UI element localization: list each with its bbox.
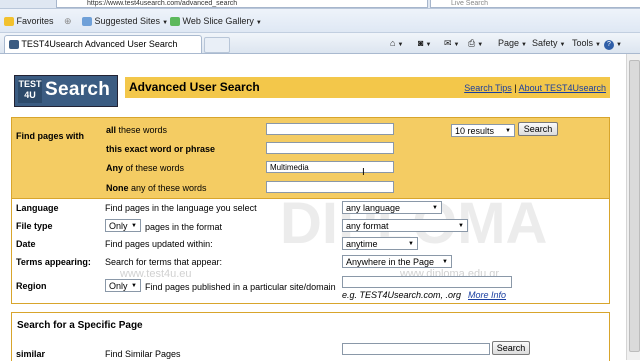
scrollbar-thumb[interactable]: [629, 60, 640, 352]
print-icon[interactable]: ⎙ ▼: [468, 36, 483, 50]
region-label: Region: [16, 281, 47, 291]
exact-phrase-input[interactable]: [266, 142, 394, 154]
chevron-down-icon: ▼: [131, 283, 137, 289]
tab-title: TEST4Usearch Advanced User Search: [21, 39, 178, 49]
chevron-down-icon: ▼: [458, 223, 464, 229]
region-desc: Find pages published in a particular sit…: [145, 282, 336, 292]
file-type-only-select[interactable]: Only ▼: [105, 219, 141, 232]
page-menu-label: Page: [498, 38, 520, 48]
chevron-down-icon: ▼: [432, 205, 438, 211]
test4usearch-logo[interactable]: TEST 4U Search: [14, 75, 118, 107]
suggested-sites-link[interactable]: Suggested Sites ▼: [82, 14, 168, 28]
star-icon: [4, 17, 14, 27]
find-pages-label: Find pages with: [16, 131, 85, 141]
search-button[interactable]: Search: [518, 122, 558, 136]
similar-label: similar: [16, 349, 46, 359]
date-label: Date: [16, 239, 36, 249]
logo-mark: TEST 4U: [18, 79, 42, 103]
results-count-select[interactable]: 10 results ▼: [451, 124, 515, 137]
terms-appearing-desc: Search for terms that appear:: [105, 257, 223, 267]
browser-top-strip: https://www.test4usearch.com/advanced_se…: [0, 0, 640, 9]
similar-url-input[interactable]: [342, 343, 490, 355]
help-icon[interactable]: ? ▼: [604, 36, 622, 50]
terms-appearing-value: Anywhere in the Page: [346, 257, 435, 267]
exact-phrase-label: this exact word or phrase: [106, 144, 216, 154]
site-favicon-icon: [9, 40, 19, 50]
file-type-only-value: Only: [109, 221, 128, 231]
language-select[interactable]: any language ▼: [342, 201, 442, 214]
language-desc: Find pages in the language you select: [105, 203, 257, 213]
page-menu[interactable]: Page ▼: [498, 36, 527, 50]
add-favorites-icon[interactable]: ⊕: [64, 14, 72, 28]
tools-menu[interactable]: Tools ▼: [572, 36, 601, 50]
none-words-label: None any of these words: [106, 183, 207, 193]
similar-desc: Find Similar Pages: [105, 349, 181, 359]
file-format-value: any format: [346, 221, 389, 231]
date-select-value: anytime: [346, 239, 378, 249]
any-words-label: Any of these words: [106, 163, 185, 173]
new-tab-button[interactable]: [204, 37, 230, 53]
specific-page-title: Search for a Specific Page: [17, 320, 143, 331]
none-words-input[interactable]: [266, 181, 394, 193]
all-words-input[interactable]: [266, 123, 394, 135]
live-search-box[interactable]: Live Search: [430, 0, 640, 8]
page-title: Advanced User Search: [129, 80, 260, 94]
feeds-icon[interactable]: ◙ ▼: [418, 36, 431, 50]
safety-menu-label: Safety: [532, 38, 558, 48]
web-slice-gallery-link[interactable]: Web Slice Gallery ▼: [170, 14, 262, 28]
file-format-select[interactable]: any format ▼: [342, 219, 468, 232]
tools-menu-label: Tools: [572, 38, 594, 48]
region-hint: e.g. TEST4Usearch.com, .org: [342, 290, 462, 300]
region-input[interactable]: [342, 276, 512, 288]
file-type-desc: pages in the format: [145, 222, 223, 232]
favorites-button[interactable]: Favorites: [4, 14, 54, 28]
web-slice-icon: [170, 17, 180, 27]
any-words-input[interactable]: Multimedia: [266, 161, 394, 173]
language-label: Language: [16, 203, 59, 213]
language-select-value: any language: [346, 203, 401, 213]
chevron-down-icon: ▼: [442, 259, 448, 265]
similar-search-button[interactable]: Search: [492, 341, 530, 355]
search-tips-link[interactable]: Search Tips: [464, 83, 512, 93]
safety-menu[interactable]: Safety ▼: [532, 36, 565, 50]
about-link[interactable]: About TEST4Usearch: [519, 83, 606, 93]
chevron-down-icon: ▼: [408, 241, 414, 247]
text-cursor-icon: I: [362, 167, 365, 178]
tab-active[interactable]: TEST4Usearch Advanced User Search: [4, 35, 202, 53]
mail-icon[interactable]: ✉ ▼: [444, 36, 460, 50]
terms-appearing-label: Terms appearing:: [16, 257, 91, 267]
all-words-label: all these words: [106, 125, 168, 135]
logo-word: Search: [45, 79, 111, 100]
region-only-select[interactable]: Only ▼: [105, 279, 141, 292]
home-icon[interactable]: ⌂ ▼: [390, 36, 403, 50]
results-count-value: 10 results: [455, 126, 495, 136]
page-icon: [82, 17, 92, 27]
more-info-link[interactable]: More Info: [468, 290, 506, 300]
region-only-value: Only: [109, 281, 128, 291]
address-bar[interactable]: https://www.test4usearch.com/advanced_se…: [56, 0, 428, 8]
favorites-bar: Favorites ⊕ Suggested Sites ▼ Web Slice G…: [0, 9, 640, 33]
chevron-down-icon: ▼: [131, 223, 137, 229]
web-slice-gallery-label: Web Slice Gallery: [182, 16, 254, 26]
vertical-scrollbar[interactable]: [626, 54, 640, 360]
chevron-down-icon: ▼: [505, 128, 511, 134]
file-type-label: File type: [16, 221, 53, 231]
terms-appearing-select[interactable]: Anywhere in the Page ▼: [342, 255, 452, 268]
date-desc: Find pages updated within:: [105, 239, 213, 249]
suggested-sites-label: Suggested Sites: [94, 16, 161, 26]
page-header-bar: Advanced User Search Search Tips | About…: [125, 77, 610, 98]
date-select[interactable]: anytime ▼: [342, 237, 418, 250]
favorites-label: Favorites: [16, 16, 54, 26]
